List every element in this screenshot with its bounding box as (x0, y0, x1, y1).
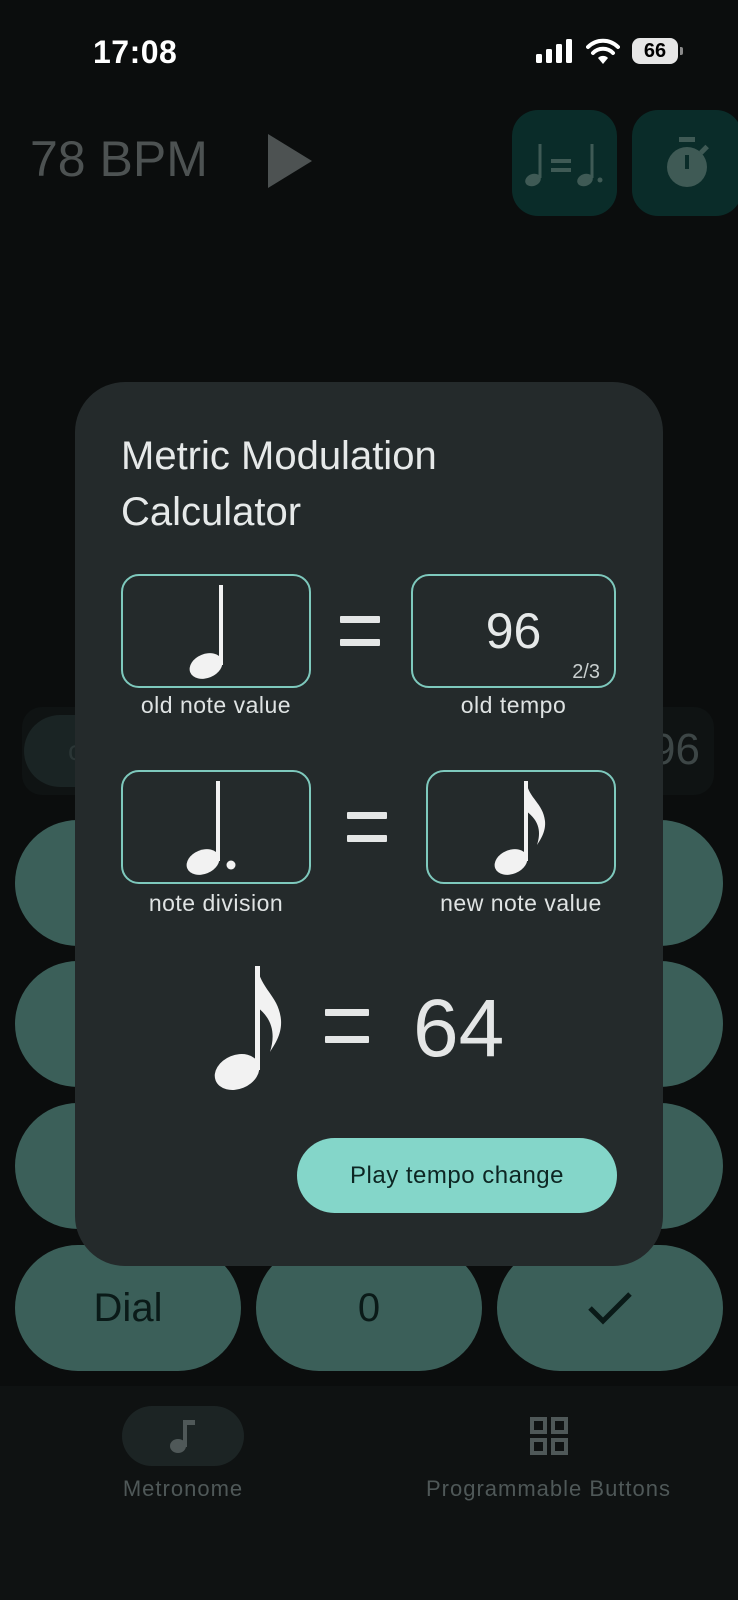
grid-icon (529, 1417, 568, 1455)
metric-modulation-icon (524, 144, 602, 187)
dialog-title: Metric Modulation Calculator (121, 434, 437, 534)
equals-icon (347, 812, 387, 842)
metric-modulation-dialog: Metric Modulation Calculator old note va… (75, 382, 663, 1266)
metric-modulation-button[interactable] (512, 110, 617, 216)
play-tempo-change-button[interactable]: Play tempo change (297, 1138, 617, 1213)
equals-icon (340, 616, 380, 646)
dotted-quarter-note-icon (186, 781, 236, 875)
old-note-value-field[interactable] (121, 574, 311, 688)
result-eighth-note-icon (214, 966, 282, 1090)
old-tempo-value: 96 (485, 603, 542, 659)
nav-indicator (122, 1406, 244, 1466)
music-note-icon (170, 1420, 195, 1453)
old-tempo-field[interactable]: 96 2/3 (411, 574, 616, 688)
nav-label: Programmable Buttons (426, 1476, 671, 1501)
status-time: 17:08 (93, 34, 178, 70)
result-tempo-value: 64 (413, 983, 505, 1074)
signal-icon (536, 39, 572, 63)
timer-button[interactable] (632, 110, 738, 216)
play-icon[interactable] (268, 134, 312, 188)
note-division-field[interactable] (121, 770, 311, 884)
stopwatch-icon (667, 137, 709, 187)
note-division-label: note division (148, 890, 284, 916)
old-note-value-label: old note value (140, 692, 292, 718)
wifi-icon (586, 38, 620, 64)
new-note-value-label: new note value (440, 890, 602, 916)
battery-indicator: 66 (632, 38, 683, 64)
new-note-value-field[interactable] (426, 770, 616, 884)
tempo-page-indicator: 2/3 (572, 661, 600, 683)
nav-label: Metronome (122, 1476, 244, 1501)
status-icons: 66 (536, 38, 683, 64)
bottom-nav: Metronome Programmable Buttons (0, 1386, 738, 1600)
nav-item-metronome[interactable]: Metronome (122, 1406, 244, 1502)
bpm-display[interactable]: 78 BPM (30, 130, 208, 188)
nav-item-programmable-buttons[interactable]: Programmable Buttons (426, 1406, 671, 1502)
check-icon (588, 1292, 632, 1325)
nav-indicator (488, 1406, 610, 1466)
equals-icon (325, 1009, 369, 1043)
eighth-note-icon (494, 781, 546, 875)
quarter-note-icon (189, 585, 223, 679)
old-tempo-label: old tempo (460, 692, 567, 718)
